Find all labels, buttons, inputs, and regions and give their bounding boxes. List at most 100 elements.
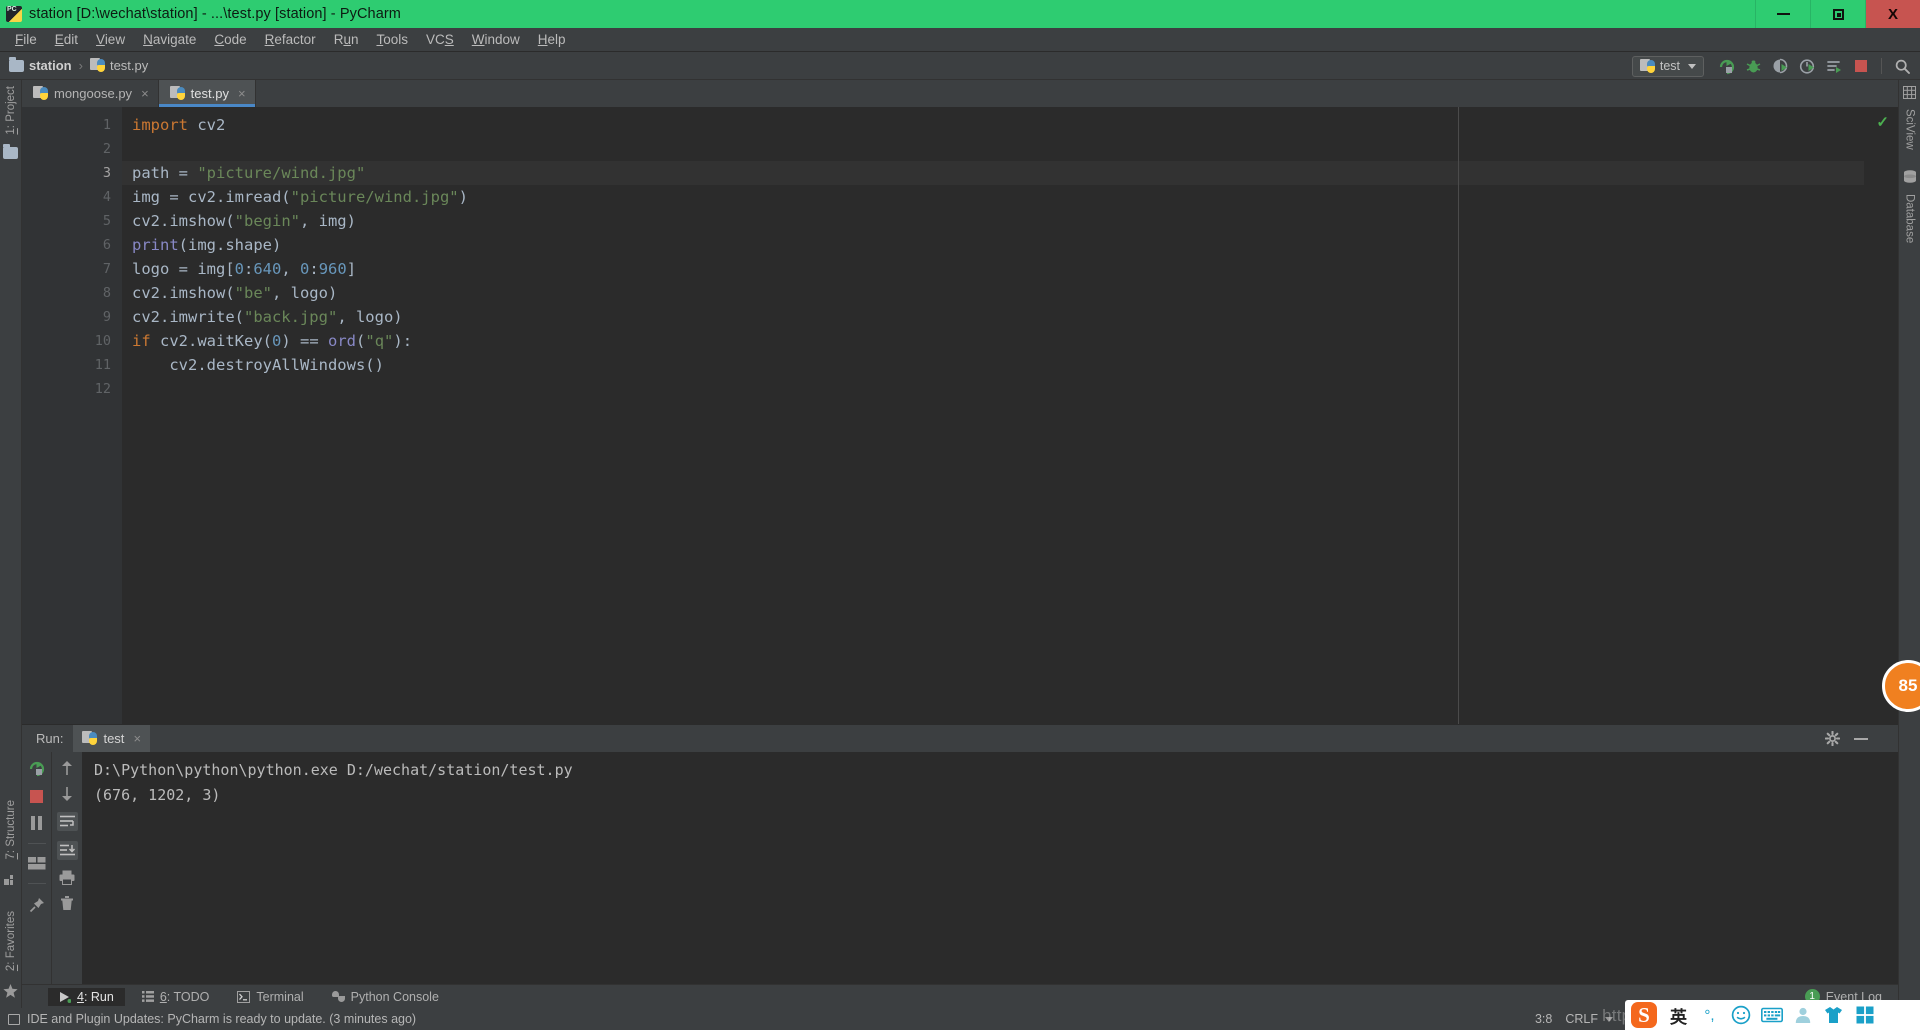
- stop-button[interactable]: [30, 790, 43, 803]
- editor-tab-test-py[interactable]: test.py ×: [158, 80, 256, 107]
- editor-tab-mongoose-py[interactable]: mongoose.py ×: [22, 80, 159, 107]
- coverage-icon: [1773, 58, 1787, 73]
- code-token: (: [356, 332, 366, 350]
- code-line[interactable]: [122, 377, 1864, 401]
- code-token: logo = img[: [132, 260, 235, 278]
- maximize-button[interactable]: [1810, 0, 1865, 28]
- ime-mode-button[interactable]: 英: [1663, 1001, 1694, 1029]
- down-arrow-button[interactable]: [60, 786, 74, 802]
- menu-edit[interactable]: Edit: [46, 30, 87, 49]
- close-icon: X: [1887, 5, 1898, 23]
- sidebar-item-label: Database: [1903, 193, 1916, 243]
- sidebar-item-structure[interactable]: 7: Structure: [2, 794, 20, 865]
- pin-tab-button[interactable]: [29, 897, 45, 913]
- code-token: "q": [365, 332, 394, 350]
- code-line[interactable]: print(img.shape): [122, 233, 1864, 257]
- code-token: print: [132, 236, 179, 254]
- breadcrumb-item-test-py[interactable]: test.py: [89, 58, 148, 73]
- run-tool-window-header: Run: test ×: [22, 725, 1898, 752]
- soft-wrap-button[interactable]: [56, 812, 78, 831]
- clear-all-button[interactable]: [60, 895, 74, 911]
- code-line[interactable]: import cv2: [122, 113, 1864, 137]
- editor-scrollbar[interactable]: [1864, 107, 1898, 724]
- stop-button[interactable]: [1849, 54, 1873, 78]
- status-message[interactable]: IDE and Plugin Updates: PyCharm is ready…: [27, 1012, 416, 1026]
- ime-logo-icon[interactable]: S: [1629, 1000, 1659, 1030]
- pycharm-logo-icon: [6, 6, 22, 22]
- menu-refactor[interactable]: Refactor: [256, 30, 325, 49]
- python-console-icon: [331, 990, 345, 1003]
- console-line: D:\Python\python\python.exe D:/wechat/st…: [94, 761, 573, 779]
- ime-keyboard-icon[interactable]: [1756, 1001, 1787, 1029]
- code-line[interactable]: logo = img[0:640, 0:960]: [122, 257, 1864, 281]
- hide-panel-icon[interactable]: [1854, 737, 1868, 740]
- rerun-button[interactable]: [28, 760, 45, 777]
- run-button[interactable]: [1714, 54, 1738, 78]
- breadcrumb-item-station[interactable]: station: [9, 56, 72, 73]
- pause-output-button[interactable]: [31, 816, 42, 830]
- code-line[interactable]: [122, 137, 1864, 161]
- close-icon[interactable]: ×: [133, 731, 141, 746]
- settings-gear-icon[interactable]: [1825, 731, 1840, 746]
- code-token: ]: [346, 260, 357, 278]
- code-token: "picture/wind.jpg": [197, 164, 366, 182]
- ime-emoji-icon[interactable]: [1725, 1001, 1756, 1029]
- chevron-down-icon: [1688, 63, 1696, 69]
- print-button[interactable]: [59, 870, 75, 885]
- menu-run[interactable]: Run: [325, 30, 368, 49]
- ime-toolbox-icon[interactable]: [1849, 1001, 1880, 1029]
- soft-wrap-icon: [59, 815, 75, 827]
- ime-skin-icon[interactable]: [1818, 1001, 1849, 1029]
- close-button[interactable]: X: [1865, 0, 1920, 28]
- run-configuration-selector[interactable]: test: [1631, 55, 1704, 77]
- caret-position[interactable]: 3:8: [1535, 1012, 1552, 1026]
- console-output[interactable]: D:\Python\python\python.exe D:/wechat/st…: [82, 752, 1898, 984]
- profile-button[interactable]: [1795, 54, 1819, 78]
- layout-button[interactable]: [27, 857, 46, 870]
- menu-file[interactable]: File: [6, 30, 46, 49]
- scroll-to-end-icon: [59, 844, 75, 856]
- up-arrow-button[interactable]: [60, 760, 74, 776]
- tool-window-terminal[interactable]: Terminal: [226, 988, 314, 1006]
- code-token: , img): [299, 212, 356, 230]
- code-line[interactable]: if cv2.waitKey(0) == ord("q"):: [122, 329, 1864, 353]
- code-editor[interactable]: 1 2 3 4 5 6 7 8 9 10 11 12 import cv2 path = "pictu…: [22, 107, 1898, 724]
- code-line[interactable]: img = cv2.imread("picture/wind.jpg"): [122, 185, 1864, 209]
- code-content[interactable]: import cv2 path = "picture/wind.jpg" img …: [122, 107, 1864, 724]
- sidebar-item-sciview[interactable]: SciView: [1901, 103, 1919, 156]
- search-everywhere-button[interactable]: [1890, 54, 1914, 78]
- run-tab-test[interactable]: test ×: [73, 725, 151, 752]
- menu-navigate[interactable]: Navigate: [134, 30, 205, 49]
- tool-window-run[interactable]: 4: Run: [48, 987, 125, 1006]
- menu-window[interactable]: Window: [463, 30, 529, 49]
- line-number: 12: [94, 381, 111, 397]
- code-token: , logo): [337, 308, 403, 326]
- minimize-button[interactable]: [1755, 0, 1810, 28]
- menu-help[interactable]: Help: [529, 30, 575, 49]
- ime-user-icon[interactable]: [1787, 1001, 1818, 1029]
- ime-punctuation-icon[interactable]: °,: [1694, 1001, 1725, 1029]
- run-all-button[interactable]: [1822, 54, 1846, 78]
- code-line[interactable]: cv2.destroyAllWindows(): [122, 353, 1864, 377]
- code-line[interactable]: path = "picture/wind.jpg": [122, 161, 1864, 185]
- code-token: 0: [234, 260, 244, 278]
- structure-icon: [4, 874, 13, 885]
- run-with-coverage-button[interactable]: [1768, 54, 1792, 78]
- sidebar-item-database[interactable]: Database: [1901, 188, 1919, 249]
- menu-vcs[interactable]: VCS: [417, 30, 463, 49]
- code-line[interactable]: cv2.imshow("be", logo): [122, 281, 1864, 305]
- close-icon[interactable]: ×: [141, 86, 149, 101]
- scroll-to-end-button[interactable]: [56, 841, 78, 860]
- tool-window-todo[interactable]: 6: TODO: [131, 988, 221, 1006]
- menu-tools[interactable]: Tools: [367, 30, 417, 49]
- sidebar-item-project[interactable]: 1: Project: [2, 80, 20, 141]
- debug-button[interactable]: [1741, 54, 1765, 78]
- inspection-status-icon[interactable]: ✓: [1876, 113, 1889, 131]
- tool-window-python-console[interactable]: Python Console: [321, 988, 450, 1006]
- sidebar-item-favorites[interactable]: 2: Favorites: [2, 905, 20, 977]
- code-line[interactable]: cv2.imwrite("back.jpg", logo): [122, 305, 1864, 329]
- menu-view[interactable]: View: [87, 30, 134, 49]
- close-icon[interactable]: ×: [238, 86, 246, 101]
- code-line[interactable]: cv2.imshow("begin", img): [122, 209, 1864, 233]
- menu-code[interactable]: Code: [205, 30, 255, 49]
